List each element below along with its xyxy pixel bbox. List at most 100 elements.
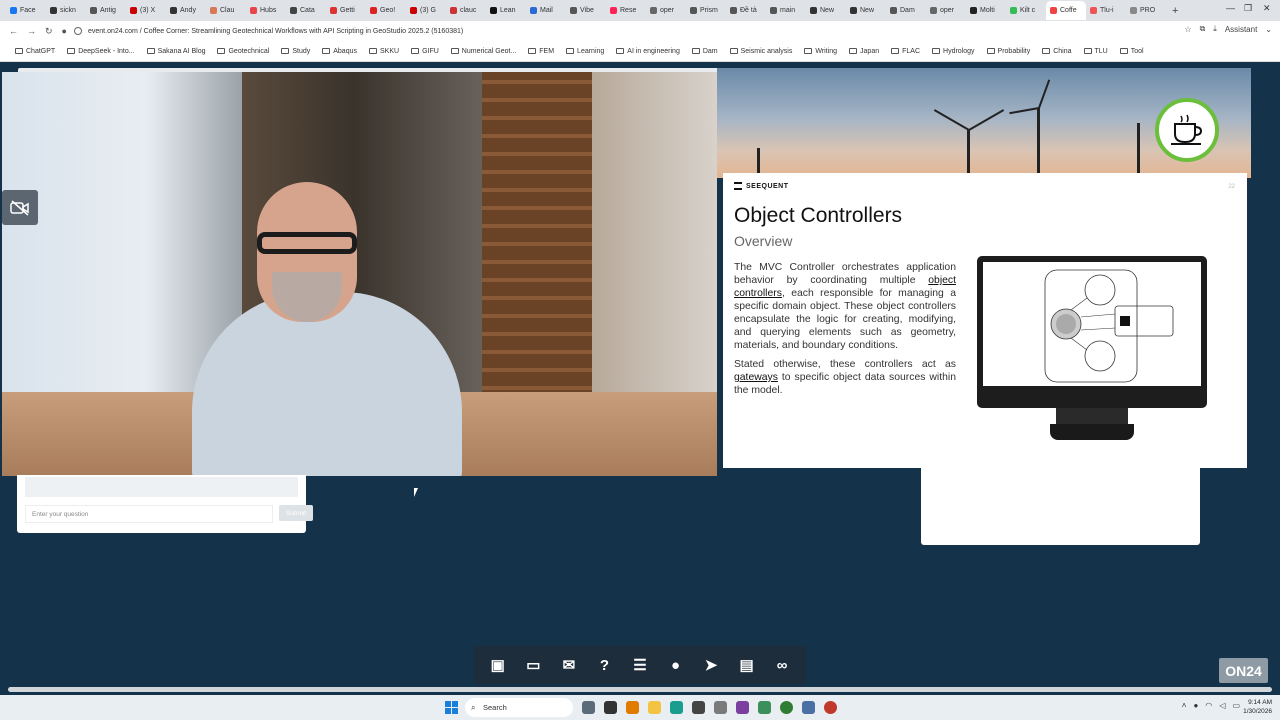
- survey-icon[interactable]: ▤: [734, 652, 760, 678]
- app-icon[interactable]: [758, 701, 771, 714]
- close-window-icon[interactable]: ✕: [1263, 3, 1271, 14]
- camera-off-button[interactable]: [2, 190, 38, 225]
- reload-icon[interactable]: ↻: [45, 26, 53, 37]
- bookmark-item[interactable]: GIFU: [406, 48, 444, 55]
- bookmark-item[interactable]: Numerical Geot...: [446, 48, 521, 55]
- bookmark-item[interactable]: Writing: [799, 48, 842, 55]
- bookmark-item[interactable]: FEM: [523, 48, 559, 55]
- browser-tab[interactable]: oper: [646, 1, 686, 20]
- browser-tab[interactable]: Cata: [286, 1, 326, 20]
- presentation-icon[interactable]: ▣: [485, 652, 511, 678]
- app-icon[interactable]: [714, 701, 727, 714]
- browser-tab[interactable]: Prism: [686, 1, 726, 20]
- file-explorer-icon[interactable]: [648, 701, 661, 714]
- bookmark-item[interactable]: Japan: [844, 48, 884, 55]
- mic-tray-icon[interactable]: ●: [1193, 701, 1198, 710]
- browser-tab[interactable]: Kilt c: [1006, 1, 1046, 20]
- bookmark-item[interactable]: SKKU: [364, 48, 404, 55]
- speaker-bio-icon[interactable]: ●: [663, 652, 689, 678]
- browser-tab[interactable]: Face: [6, 1, 46, 20]
- qa-chat-icon[interactable]: ✉: [556, 652, 582, 678]
- share-send-icon[interactable]: ➤: [698, 652, 724, 678]
- browser-tab[interactable]: New: [846, 1, 886, 20]
- new-tab-button[interactable]: +: [1172, 5, 1178, 17]
- browser-tab[interactable]: main: [766, 1, 806, 20]
- chatgpt-icon[interactable]: [692, 701, 705, 714]
- bookmark-item[interactable]: Geotechnical: [212, 48, 274, 55]
- browser-tab[interactable]: Mail: [526, 1, 566, 20]
- browser-tab[interactable]: Vibe: [566, 1, 606, 20]
- forward-icon[interactable]: →: [27, 26, 36, 36]
- chevron-up-icon[interactable]: ˄: [1182, 701, 1187, 710]
- browser-tab[interactable]: PRO: [1126, 1, 1166, 20]
- extensions-icon[interactable]: ⧉: [1200, 24, 1206, 34]
- bookmark-item[interactable]: Study: [276, 48, 315, 55]
- browser-tab[interactable]: Clau: [206, 1, 246, 20]
- browser-tab[interactable]: (3) G: [406, 1, 446, 20]
- app-icon[interactable]: [802, 701, 815, 714]
- bookmark-item[interactable]: ChatGPT: [10, 48, 60, 55]
- browser-tab[interactable]: Coffe: [1046, 1, 1086, 20]
- app-icon[interactable]: [824, 701, 837, 714]
- question-input[interactable]: Enter your question: [25, 505, 273, 523]
- minimize-icon[interactable]: —: [1226, 3, 1235, 13]
- browser-tab[interactable]: Hubs: [246, 1, 286, 20]
- back-icon[interactable]: ←: [9, 26, 18, 36]
- submit-button[interactable]: Submit: [279, 505, 313, 521]
- browser-tab[interactable]: Geo!: [366, 1, 406, 20]
- browser-tab[interactable]: Dam: [886, 1, 926, 20]
- bookmark-item[interactable]: Dam: [687, 48, 723, 55]
- star-icon[interactable]: ☆: [1184, 25, 1191, 34]
- browser-tab[interactable]: Andy: [166, 1, 206, 20]
- bookmark-item[interactable]: China: [1037, 48, 1076, 55]
- help-icon[interactable]: ?: [591, 652, 617, 678]
- browser-tab[interactable]: (3) X: [126, 1, 166, 20]
- browser-tab[interactable]: Molti: [966, 1, 1006, 20]
- wifi-icon[interactable]: ◠: [1205, 701, 1212, 710]
- chevron-down-icon[interactable]: ⌄: [1265, 25, 1272, 34]
- resources-list-icon[interactable]: ☰: [627, 652, 653, 678]
- monitor-icon[interactable]: ▭: [520, 652, 546, 678]
- chrome-icon[interactable]: [780, 701, 793, 714]
- browser-tab[interactable]: Đề tà: [726, 1, 766, 20]
- presenter-video[interactable]: [2, 72, 717, 476]
- bookmark-item[interactable]: Hydrology: [927, 48, 980, 55]
- browser-tab[interactable]: Rese: [606, 1, 646, 20]
- url-field[interactable]: event.on24.com / Coffee Corner: Streamli…: [74, 23, 1034, 39]
- bookmark-item[interactable]: Sakana AI Blog: [142, 48, 211, 55]
- clock[interactable]: 9:14 AM 1/30/2026: [1243, 698, 1272, 716]
- bookmark-item[interactable]: Tool: [1115, 48, 1149, 55]
- browser-tab[interactable]: oper: [926, 1, 966, 20]
- edge-browser-icon[interactable]: [670, 701, 683, 714]
- bookmark-item[interactable]: AI in engineering: [611, 48, 685, 55]
- bookmark-item[interactable]: Probability: [982, 48, 1036, 55]
- bookmark-item[interactable]: DeepSeek - Into...: [62, 48, 139, 55]
- horizontal-scrollbar[interactable]: [8, 687, 1272, 692]
- browser-tab[interactable]: Getti: [326, 1, 366, 20]
- browser-tab[interactable]: sickn: [46, 1, 86, 20]
- browser-tab[interactable]: Antig: [86, 1, 126, 20]
- app-icon[interactable]: [604, 701, 617, 714]
- browser-tab[interactable]: Lean: [486, 1, 526, 20]
- bookmark-item[interactable]: FLAC: [886, 48, 925, 55]
- bookmark-item[interactable]: TLU: [1079, 48, 1113, 55]
- browser-tab[interactable]: Tlu-i: [1086, 1, 1126, 20]
- app-icon[interactable]: [736, 701, 749, 714]
- download-icon[interactable]: ⤓: [1213, 24, 1217, 34]
- browser-tab[interactable]: clauc: [446, 1, 486, 20]
- link-icon[interactable]: ∞: [769, 652, 795, 678]
- assistant-button[interactable]: Assistant: [1225, 25, 1257, 34]
- bookmark-item[interactable]: Learning: [561, 48, 609, 55]
- search-app-icon[interactable]: [626, 701, 639, 714]
- task-view-icon[interactable]: [582, 701, 595, 714]
- bookmark-item[interactable]: Seismic analysis: [725, 48, 798, 55]
- maximize-icon[interactable]: ❐: [1244, 3, 1252, 14]
- battery-icon[interactable]: ▭: [1232, 701, 1240, 710]
- bookmark-item[interactable]: Abaqus: [317, 48, 362, 55]
- windows-start-icon[interactable]: [445, 701, 458, 714]
- volume-icon[interactable]: ◁: [1219, 701, 1225, 710]
- site-info-icon[interactable]: [74, 27, 82, 35]
- taskbar-search[interactable]: ⌕ Search: [465, 698, 573, 717]
- mic-icon[interactable]: ●: [62, 26, 67, 36]
- browser-tab[interactable]: New: [806, 1, 846, 20]
